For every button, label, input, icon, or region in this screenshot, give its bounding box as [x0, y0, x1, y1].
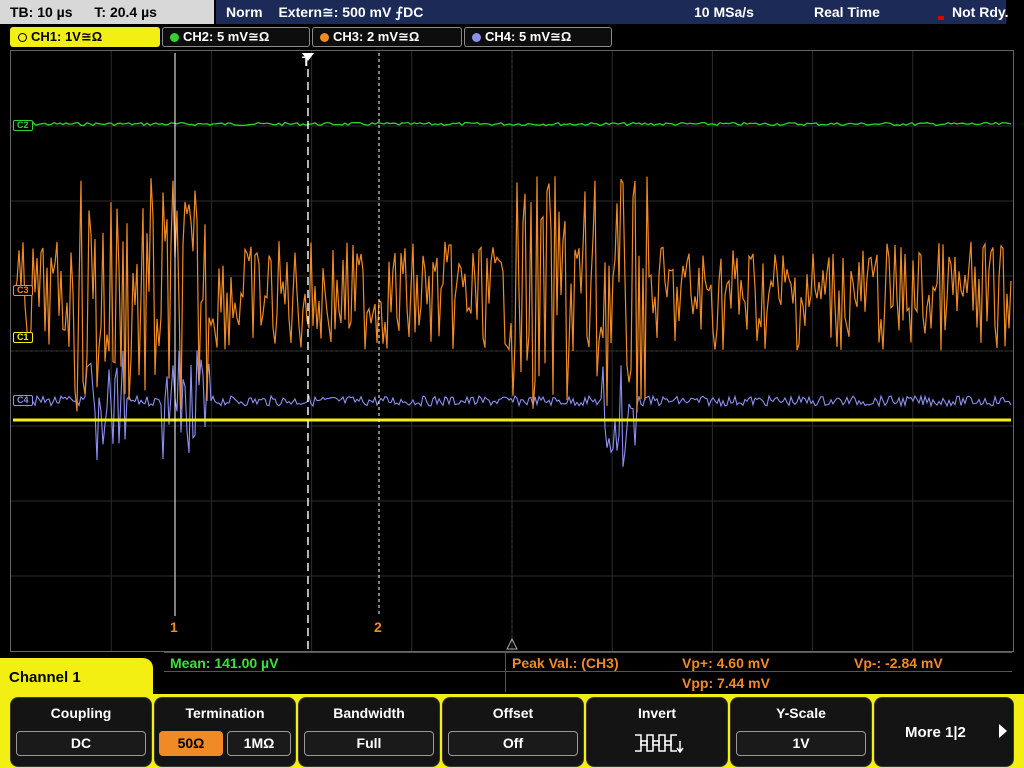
trigger-readout[interactable]: Norm Extern≅: 500 mV ⨍DC — [216, 0, 1006, 24]
trigger-position-marker[interactable]: T — [302, 53, 311, 69]
offset-value[interactable]: Off — [448, 731, 578, 756]
ch4-offset-marker[interactable]: C4 — [13, 395, 33, 406]
trigger-source: Extern≅: 500 mV ⨍DC — [278, 4, 424, 20]
ch3-label: CH3: 2 mV≅Ω — [333, 29, 420, 44]
termination-softkey[interactable]: Termination 50Ω 1MΩ — [154, 697, 296, 767]
next-page-arrow-icon — [999, 724, 1007, 738]
vp-plus-measurement: Vp+: 4.60 mV — [682, 655, 770, 671]
sample-rate: 10 MSa/s — [694, 4, 754, 20]
ch2-trace — [14, 121, 1012, 127]
ch1-offset-marker[interactable]: C1 — [13, 332, 33, 343]
coupling-softkey[interactable]: Coupling DC — [10, 697, 152, 767]
termination-title: Termination — [185, 705, 265, 721]
peak-measurement-label: Peak Val.: (CH3) — [512, 655, 619, 671]
acquisition-status: Not Rdy. — [952, 4, 1009, 20]
yscale-softkey[interactable]: Y-Scale 1V — [730, 697, 872, 767]
tab-ch2[interactable]: CH2: 5 mV≅Ω — [162, 27, 310, 47]
waveform-canvas[interactable] — [11, 51, 1013, 651]
ch1-dot-icon — [18, 33, 27, 42]
menu-title: Channel 1 — [0, 658, 153, 698]
tab-ch1[interactable]: CH1: 1V≅Ω — [10, 27, 160, 47]
invert-waveform-icon — [635, 734, 684, 754]
invert-title: Invert — [637, 705, 677, 721]
coupling-value[interactable]: DC — [16, 731, 146, 756]
ch3-trace — [14, 176, 1012, 413]
bandwidth-title: Bandwidth — [333, 705, 405, 721]
bandwidth-value[interactable]: Full — [304, 731, 434, 756]
offset-title: Offset — [492, 705, 534, 721]
status-indicator-icon — [938, 16, 944, 20]
vp-minus-measurement: Vp-: -2.84 mV — [854, 655, 943, 671]
trigger-time-value: T: 20.4 µs — [94, 4, 157, 20]
ch2-label: CH2: 5 mV≅Ω — [183, 29, 270, 44]
ch3-offset-marker[interactable]: C3 — [13, 285, 33, 296]
timebase-readout[interactable]: TB: 10 µs T: 20.4 µs — [0, 0, 214, 24]
yscale-value[interactable]: 1V — [736, 731, 866, 756]
coupling-title: Coupling — [50, 705, 112, 721]
bandwidth-softkey[interactable]: Bandwidth Full — [298, 697, 440, 767]
vpp-measurement: Vpp: 7.44 mV — [682, 675, 770, 691]
yscale-title: Y-Scale — [776, 705, 826, 721]
more-label: More 1|2 — [905, 724, 966, 741]
ch1-label: CH1: 1V≅Ω — [31, 29, 103, 44]
ch2-offset-marker[interactable]: C2 — [13, 120, 33, 131]
ch4-label: CH4: 5 mV≅Ω — [485, 29, 572, 44]
timebase-value: TB: 10 µs — [10, 4, 73, 20]
tab-ch4[interactable]: CH4: 5 mV≅Ω — [464, 27, 612, 47]
ch3-dot-icon — [320, 33, 329, 42]
more-softkey[interactable]: More 1|2 — [874, 697, 1014, 767]
waveform-display[interactable]: C2 C3 C1 C4 T 1 2 — [10, 50, 1014, 652]
trigger-mode: Norm — [226, 4, 263, 20]
mean-measurement: Mean: 141.00 µV — [170, 655, 279, 671]
acquisition-mode: Real Time — [814, 4, 880, 20]
termination-1mohm-option[interactable]: 1MΩ — [227, 731, 291, 756]
ch4-trace — [14, 350, 1012, 467]
divider — [164, 652, 1012, 653]
cursor2-label[interactable]: 2 — [374, 619, 382, 635]
offset-softkey[interactable]: Offset Off — [442, 697, 584, 767]
divider — [505, 652, 506, 692]
measurement-bar: Mean: 141.00 µV Peak Val.: (CH3) Vp+: 4.… — [164, 652, 1012, 692]
ch4-dot-icon — [472, 33, 481, 42]
termination-50ohm-option[interactable]: 50Ω — [159, 731, 223, 756]
cursor1-label[interactable]: 1 — [170, 619, 178, 635]
ch2-dot-icon — [170, 33, 179, 42]
channel-tabs: CH1: 1V≅Ω CH2: 5 mV≅Ω CH3: 2 mV≅Ω CH4: 5… — [0, 26, 1024, 48]
status-bar: TB: 10 µs T: 20.4 µs Norm Extern≅: 500 m… — [0, 0, 1024, 26]
invert-softkey[interactable]: Invert — [586, 697, 728, 767]
tab-ch3[interactable]: CH3: 2 mV≅Ω — [312, 27, 462, 47]
